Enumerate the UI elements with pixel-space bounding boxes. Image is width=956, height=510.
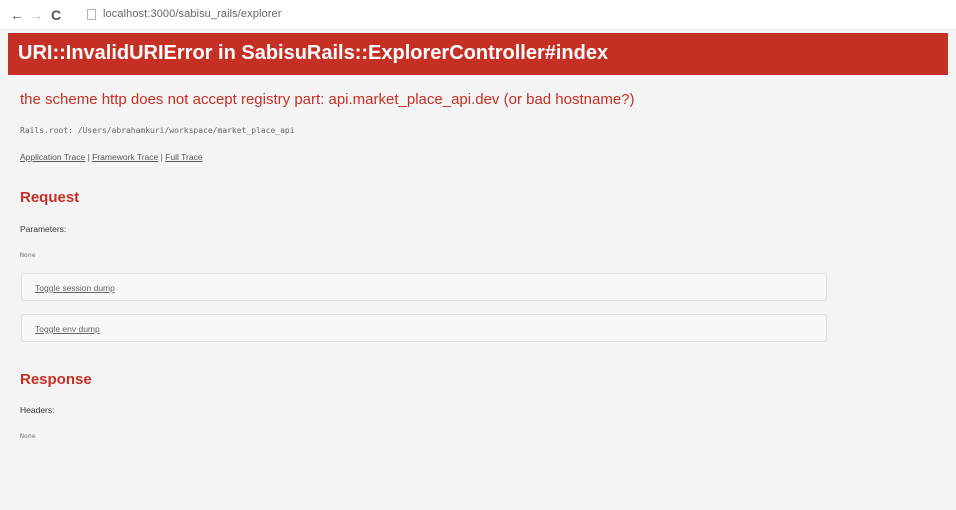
page-icon (87, 9, 96, 20)
toggle-session-dump-link[interactable]: Toggle session dump (35, 283, 115, 293)
back-arrow-icon[interactable]: ← (8, 6, 26, 24)
full-trace-link[interactable]: Full Trace (165, 152, 202, 162)
parameters-value: None (20, 251, 36, 259)
response-heading: Response (20, 371, 92, 388)
forward-arrow-icon[interactable]: → (27, 6, 45, 24)
rails-root: Rails.root: /Users/abrahamkuri/workspace… (20, 126, 295, 135)
parameters-label: Parameters: (20, 224, 67, 234)
headers-label: Headers: (20, 405, 55, 415)
trace-links: Application Trace | Framework Trace | Fu… (20, 152, 203, 162)
error-banner: URI::InvalidURIError in SabisuRails::Exp… (8, 33, 948, 75)
browser-toolbar: ← → C localhost:3000/sabisu_rails/explor… (0, 0, 956, 30)
application-trace-link[interactable]: Application Trace (20, 152, 85, 162)
env-dump-box: Toggle env dump (21, 314, 827, 342)
request-heading: Request (20, 189, 80, 206)
error-title: URI::InvalidURIError in SabisuRails::Exp… (18, 42, 609, 64)
framework-trace-link[interactable]: Framework Trace (92, 152, 158, 162)
reload-icon[interactable]: C (47, 6, 65, 24)
headers-value: None (20, 432, 36, 440)
session-dump-box: Toggle session dump (21, 273, 827, 301)
toggle-env-dump-link[interactable]: Toggle env dump (35, 324, 100, 334)
error-message: the scheme http does not accept registry… (20, 91, 635, 108)
address-bar-url[interactable]: localhost:3000/sabisu_rails/explorer (103, 8, 281, 20)
